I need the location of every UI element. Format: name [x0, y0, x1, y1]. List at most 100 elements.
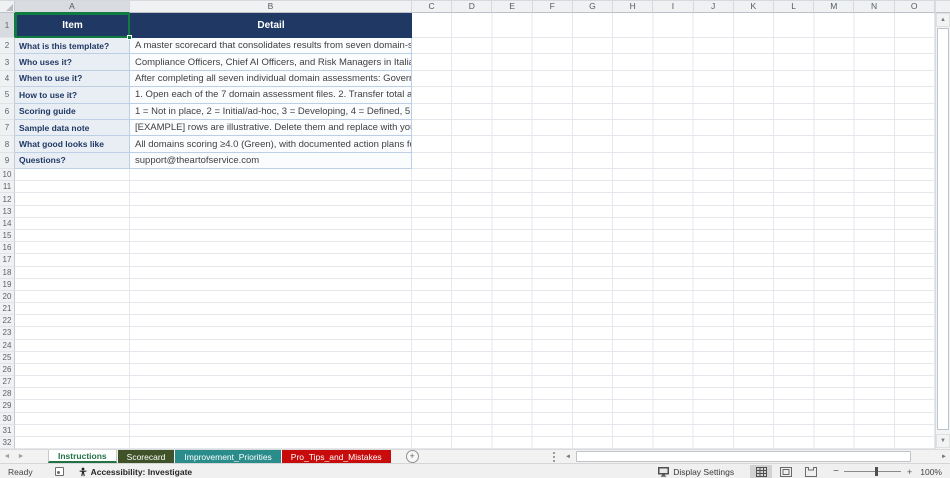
empty-cells[interactable] [412, 242, 935, 255]
empty-cells[interactable] [412, 436, 935, 449]
empty-cells[interactable] [412, 424, 935, 437]
item-cell[interactable]: How to use it? [15, 87, 130, 104]
empty-cells[interactable] [412, 87, 935, 104]
row-header-6[interactable]: 6 [0, 103, 15, 120]
row-header-24[interactable]: 24 [0, 339, 15, 352]
row-header-9[interactable]: 9 [0, 152, 15, 170]
row-header-13[interactable]: 13 [0, 205, 15, 218]
row-header-11[interactable]: 11 [0, 181, 15, 194]
empty-cell[interactable] [15, 217, 130, 230]
row-header-25[interactable]: 25 [0, 351, 15, 364]
row-header-20[interactable]: 20 [0, 290, 15, 304]
empty-cell[interactable] [15, 315, 130, 328]
empty-cell[interactable] [130, 254, 412, 267]
row-header-22[interactable]: 22 [0, 315, 15, 328]
row-header-30[interactable]: 30 [0, 412, 15, 425]
empty-cell[interactable] [130, 242, 412, 255]
page-break-view-button[interactable] [800, 465, 822, 478]
row-header-10[interactable]: 10 [0, 169, 15, 182]
sheet-tab-Instructions[interactable]: Instructions [48, 450, 117, 463]
empty-cells[interactable] [412, 339, 935, 352]
empty-cell[interactable] [130, 290, 412, 304]
column-header-E[interactable]: E [492, 1, 533, 13]
row-header-5[interactable]: 5 [0, 87, 15, 104]
row-header-14[interactable]: 14 [0, 217, 15, 230]
empty-cells[interactable] [412, 315, 935, 328]
zoom-slider-thumb[interactable] [875, 467, 879, 476]
horizontal-scrollbar[interactable] [574, 451, 938, 462]
empty-cell[interactable] [15, 303, 130, 316]
empty-cell[interactable] [130, 412, 412, 425]
empty-cell[interactable] [15, 339, 130, 352]
column-header-A[interactable]: A [15, 1, 130, 13]
detail-cell[interactable]: 1 = Not in place, 2 = Initial/ad-hoc, 3 … [130, 103, 412, 120]
item-cell[interactable]: Questions? [15, 152, 130, 170]
row-header-2[interactable]: 2 [0, 38, 15, 55]
row-header-19[interactable]: 19 [0, 278, 15, 291]
row-header-15[interactable]: 15 [0, 229, 15, 243]
scroll-right-button[interactable]: ► [938, 450, 950, 463]
column-header-L[interactable]: L [773, 1, 815, 13]
row-header-18[interactable]: 18 [0, 266, 15, 279]
empty-cell[interactable] [130, 351, 412, 364]
empty-cell[interactable] [130, 424, 412, 437]
page-layout-view-button[interactable] [775, 465, 797, 478]
row-header-31[interactable]: 31 [0, 424, 15, 437]
empty-cells[interactable] [412, 363, 935, 377]
scroll-down-button[interactable]: ▼ [936, 434, 950, 448]
sheet-tab-Improvement_Priorities[interactable]: Improvement_Priorities [175, 450, 281, 463]
empty-cell[interactable] [130, 278, 412, 291]
column-header-J[interactable]: J [693, 1, 734, 13]
empty-cell[interactable] [15, 242, 130, 255]
empty-cells[interactable] [412, 13, 935, 38]
row-header-16[interactable]: 16 [0, 242, 15, 255]
empty-cells[interactable] [412, 290, 935, 304]
column-header-K[interactable]: K [733, 1, 774, 13]
row-header-4[interactable]: 4 [0, 70, 15, 88]
tab-scrollbar-splitter[interactable] [553, 451, 558, 462]
empty-cells[interactable] [412, 266, 935, 279]
empty-cell[interactable] [15, 400, 130, 413]
new-sheet-button[interactable]: + [405, 450, 419, 463]
empty-cells[interactable] [412, 119, 935, 137]
empty-cell[interactable] [15, 229, 130, 243]
empty-cells[interactable] [412, 303, 935, 316]
select-all-button[interactable] [0, 1, 15, 13]
empty-cell[interactable] [130, 388, 412, 401]
normal-view-button[interactable] [750, 464, 773, 478]
empty-cells[interactable] [412, 327, 935, 340]
detail-cell[interactable]: support@theartofservice.com [130, 152, 412, 170]
column-header-C[interactable]: C [412, 1, 453, 13]
empty-cell[interactable] [130, 303, 412, 316]
empty-cells[interactable] [412, 152, 935, 170]
column-header-F[interactable]: F [532, 1, 573, 13]
empty-cells[interactable] [412, 254, 935, 267]
empty-cells[interactable] [412, 169, 935, 182]
column-header-B[interactable]: B [130, 1, 412, 13]
column-header-I[interactable]: I [653, 1, 694, 13]
empty-cells[interactable] [412, 205, 935, 218]
empty-cells[interactable] [412, 54, 935, 71]
empty-cell[interactable] [15, 436, 130, 449]
empty-cells[interactable] [412, 278, 935, 291]
scroll-up-button[interactable]: ▲ [936, 13, 950, 27]
empty-cell[interactable] [130, 315, 412, 328]
empty-cell[interactable] [130, 266, 412, 279]
empty-cell[interactable] [130, 327, 412, 340]
empty-cell[interactable] [130, 436, 412, 449]
item-cell[interactable]: What is this template? [15, 38, 130, 55]
empty-cell[interactable] [15, 376, 130, 389]
empty-cell[interactable] [15, 169, 130, 182]
empty-cells[interactable] [412, 376, 935, 389]
empty-cell[interactable] [130, 217, 412, 230]
row-header-3[interactable]: 3 [0, 54, 15, 71]
empty-cell[interactable] [15, 388, 130, 401]
empty-cells[interactable] [412, 70, 935, 88]
item-cell[interactable]: What good looks like [15, 136, 130, 153]
cell-B1-detail-header[interactable]: Detail [130, 13, 412, 38]
row-header-7[interactable]: 7 [0, 119, 15, 137]
empty-cell[interactable] [130, 181, 412, 194]
empty-cells[interactable] [412, 229, 935, 243]
zoom-level-label[interactable]: 100% [920, 467, 942, 477]
detail-cell[interactable]: A master scorecard that consolidates res… [130, 38, 412, 55]
